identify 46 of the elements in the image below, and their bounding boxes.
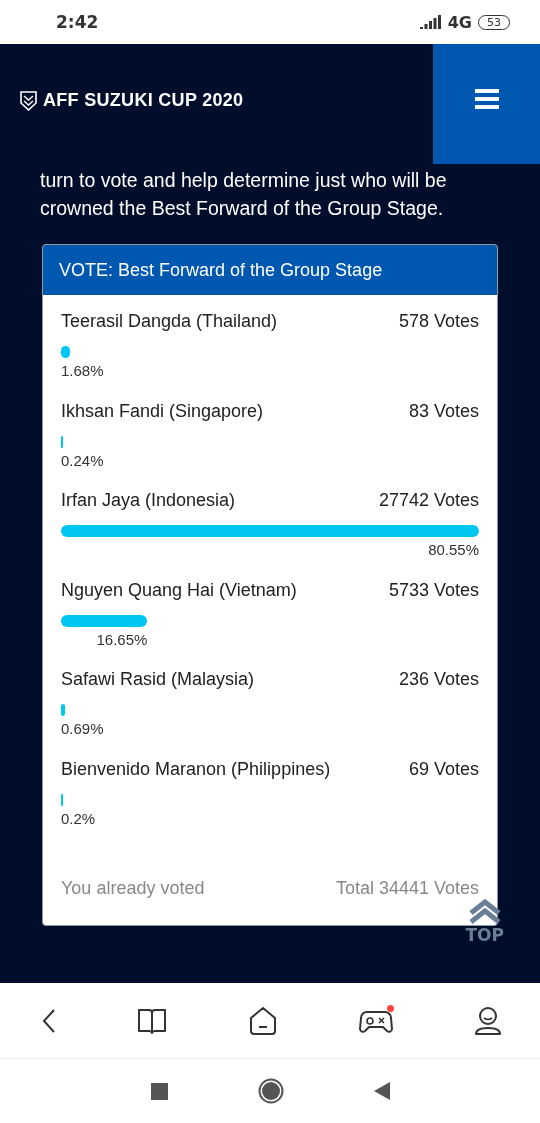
- notification-dot: [387, 1004, 394, 1012]
- home-icon: [248, 1005, 278, 1036]
- vote-bar: [61, 704, 65, 716]
- home-button[interactable]: [248, 1005, 278, 1036]
- back-icon: [42, 1007, 56, 1034]
- intro-paragraph: turn to vote and help determine just who will be crowned the Best Forward of the Group Stage.: [39, 168, 448, 221]
- vote-percentage: 16.65%: [95, 630, 148, 648]
- network-type: 4G: [447, 12, 472, 32]
- vote-percentage: 0.69%: [61, 720, 104, 737]
- top-button[interactable]: TOP: [465, 899, 504, 945]
- vote-count: 578 Votes: [398, 311, 479, 332]
- vote-count: 236 Votes: [398, 669, 479, 690]
- menu-button[interactable]: [433, 44, 540, 164]
- vote-count: 69 Votes: [408, 758, 479, 780]
- vote-percentage: 0.2%: [61, 809, 96, 827]
- poll-title: VOTE: Best Forward of the Group Stage: [43, 245, 497, 295]
- back-button[interactable]: [42, 1007, 56, 1034]
- candidate-name: Teerasil Dangda (Thailand): [61, 311, 278, 332]
- book-icon: [137, 1006, 167, 1035]
- candidate-name: Irfan Jaya (Indonesia): [61, 490, 236, 511]
- candidate-name: Safawi Rasid (Malaysia): [61, 669, 255, 690]
- menu-icon: [474, 89, 499, 109]
- signal-icon: [419, 15, 442, 29]
- back-triangle-icon[interactable]: [373, 1082, 390, 1100]
- candidate-name: Ikhsan Fandi (Singapore): [61, 400, 264, 422]
- profile-button[interactable]: [474, 1005, 502, 1036]
- logo-text[interactable]: AFF SUZUKI CUP 2020: [43, 90, 244, 111]
- recents-icon[interactable]: [150, 1082, 168, 1100]
- candidate-name: Nguyen Quang Hai (Vietnam): [61, 579, 297, 601]
- voted-status: You already voted: [61, 878, 205, 899]
- vote-count: 27742 Votes: [378, 490, 479, 511]
- home-circle-icon[interactable]: [257, 1078, 284, 1104]
- vote-count: 5733 Votes: [388, 579, 479, 601]
- shield-logo-icon: [20, 90, 37, 111]
- candidate-name: Bienvenido Maranon (Philippines): [61, 758, 331, 780]
- vote-percentage: 1.68%: [61, 362, 104, 379]
- user-icon: [474, 1005, 502, 1036]
- vote-bar: [61, 346, 70, 358]
- vote-percentage: 80.55%: [427, 541, 479, 558]
- bookmarks-button[interactable]: [137, 1006, 167, 1035]
- vote-percentage: 0.24%: [61, 451, 104, 469]
- games-button[interactable]: [359, 1006, 393, 1035]
- double-chevron-up-icon: [467, 899, 502, 925]
- vote-count: 83 Votes: [408, 400, 479, 422]
- total-votes: Total 34441 Votes: [335, 878, 479, 899]
- clock: 2:42: [56, 12, 99, 32]
